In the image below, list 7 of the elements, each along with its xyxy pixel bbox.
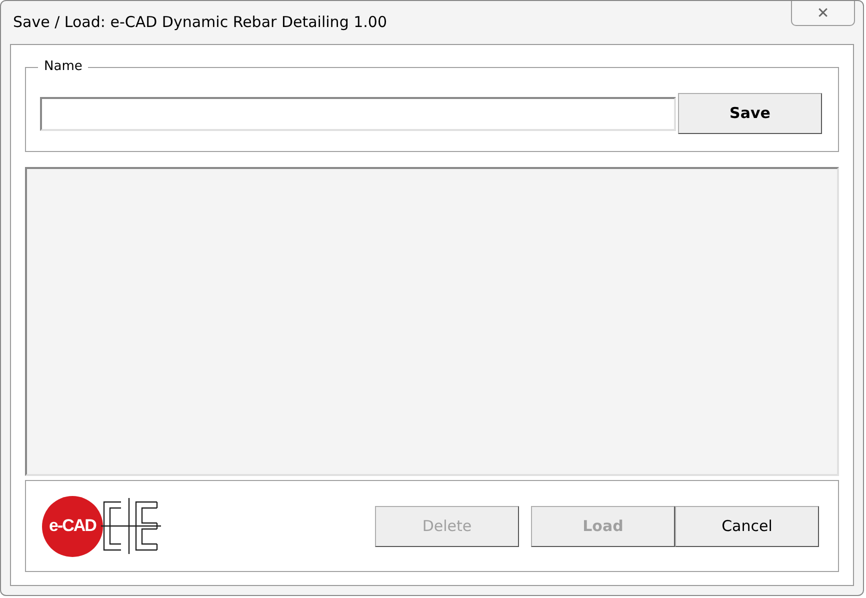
name-input-field[interactable] [40,96,676,130]
close-button[interactable]: ✕ [791,1,855,26]
dialog-button[interactable]: Cancel [675,506,819,546]
logo-mark-icon [101,496,161,556]
dialog-button[interactable]: Save [678,93,822,134]
logo-text: e-CAD [49,515,96,538]
window-title: Save / Load: e-CAD Dynamic Rebar Detailing 1.00 [13,12,388,33]
